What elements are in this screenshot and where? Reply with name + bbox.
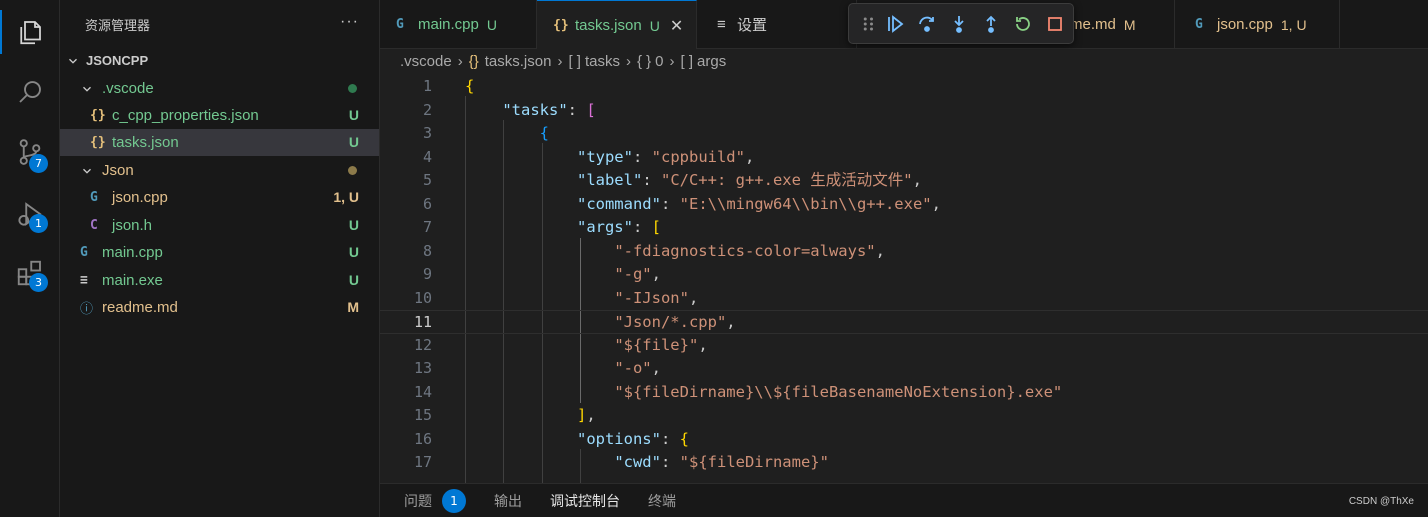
tab-debug-console[interactable]: 调试控制台 (550, 491, 620, 511)
git-status: U (348, 107, 359, 123)
tree-file-c-cpp-properties[interactable]: {} c_cpp_properties.json U (60, 102, 379, 129)
cpp-file-icon: G (396, 17, 404, 32)
tab-main-cpp[interactable]: G main.cpp U (380, 0, 537, 49)
problems-badge: 1 (442, 488, 466, 513)
git-status: U (348, 272, 359, 288)
extensions-badge: 3 (29, 273, 48, 292)
breadcrumb: .vscode › {} tasks.json › [ ] tasks › { … (380, 49, 1428, 73)
code-line: 8 "-fdiagnostics-color=always", (422, 241, 885, 260)
code-line: 17 "cwd": "${fileDirname}" (413, 453, 829, 471)
code-line: 3 { (422, 124, 549, 142)
breadcrumb-item[interactable]: 0 (655, 53, 663, 70)
git-status: U (348, 244, 359, 260)
array-icon: [ ] (680, 52, 694, 70)
breadcrumb-item[interactable]: tasks.json (485, 53, 552, 70)
chevron-right-icon: › (557, 52, 563, 70)
json-file-icon: {} (90, 135, 106, 150)
code-line: 2 "tasks": [ (422, 100, 596, 119)
settings-list-icon: ≡ (717, 16, 726, 33)
explorer-icon[interactable] (0, 2, 60, 62)
chevron-down-icon (69, 58, 77, 64)
code-line: 5 "label": "C/C++: g++.exe 生成活动文件", (422, 171, 922, 189)
breadcrumb-item[interactable]: tasks (585, 53, 620, 70)
code-line: 14 "${fileDirname}\\${fileBasenameNoExte… (413, 382, 1063, 401)
source-control-badge: 7 (29, 154, 48, 173)
stop-icon[interactable] (1039, 8, 1071, 40)
chevron-down-icon (83, 168, 91, 174)
tab-tasks-json[interactable]: {} tasks.json U ✕ (537, 0, 697, 50)
step-into-icon[interactable] (943, 8, 975, 40)
chevron-right-icon: › (457, 52, 463, 70)
continue-icon[interactable] (879, 8, 911, 40)
cpp-file-icon: G (80, 245, 88, 260)
step-over-icon[interactable] (911, 8, 943, 40)
step-out-icon[interactable] (975, 8, 1007, 40)
code-line-current: 11 "Json/*.cpp", (380, 310, 1428, 334)
object-icon: { } (636, 52, 652, 70)
debug-toolbar (848, 3, 1074, 44)
search-icon[interactable] (0, 62, 60, 122)
tree-file-tasks-json[interactable]: {} tasks.json U (60, 129, 379, 156)
breadcrumb-item[interactable]: .vscode (400, 53, 452, 70)
watermark: CSDN @ThXe (1348, 496, 1414, 507)
restart-icon[interactable] (1007, 8, 1039, 40)
source-control-icon[interactable]: 7 (0, 122, 60, 182)
close-icon[interactable]: ✕ (670, 16, 683, 36)
git-status: M (347, 299, 359, 315)
more-actions-icon[interactable]: ··· (340, 13, 359, 31)
tree-file-json-h[interactable]: C json.h U (60, 212, 379, 239)
tree-file-main-exe[interactable]: ≡ main.exe U (60, 267, 379, 294)
run-debug-icon[interactable]: 1 (0, 184, 60, 244)
code-line: 9 "-g", (422, 265, 661, 283)
json-file-icon: {} (553, 18, 569, 33)
code-line: 6 "command": "E:\\mingw64\\bin\\g++.exe"… (422, 194, 941, 213)
folder-status-dot (348, 166, 357, 175)
json-file-icon: {} (468, 52, 479, 70)
binary-file-icon: ≡ (80, 273, 88, 288)
extensions-icon[interactable]: 3 (0, 243, 60, 303)
bottom-panel: 问题 1 输出 调试控制台 终端 CSDN @ThXe (380, 483, 1428, 517)
tree-folder-vscode[interactable]: .vscode (60, 75, 379, 102)
drag-handle-icon[interactable] (859, 8, 879, 40)
chevron-down-icon (83, 86, 91, 92)
code-line: 7 "args": [ (422, 218, 661, 236)
array-icon: [ ] (568, 52, 581, 70)
chevron-right-icon: › (625, 52, 631, 70)
chevron-right-icon: › (669, 52, 675, 70)
git-status: U (348, 217, 359, 233)
tab-output[interactable]: 输出 (494, 491, 522, 511)
tab-problems[interactable]: 问题 1 (404, 488, 466, 513)
json-file-icon: {} (90, 108, 106, 123)
activity-bar: 7 1 3 (0, 0, 60, 517)
tab-terminal[interactable]: 终端 (648, 491, 676, 511)
tree-file-readme[interactable]: ⓘ readme.md M (60, 294, 379, 321)
code-line: 16 "options": { (413, 429, 689, 448)
explorer-sidebar: 资源管理器 ··· JSONCPP .vscode {} c_cpp_prope… (60, 0, 380, 517)
info-file-icon: ⓘ (80, 302, 94, 317)
workspace-root[interactable]: JSONCPP (60, 47, 379, 74)
folder-status-dot (348, 84, 357, 93)
code-line: 13 "-o", (413, 359, 661, 377)
cpp-file-icon: G (1195, 17, 1203, 32)
git-status: U (348, 134, 359, 150)
tree-file-json-cpp[interactable]: G json.cpp 1, U (60, 184, 379, 211)
tree-file-main-cpp[interactable]: G main.cpp U (60, 239, 379, 266)
tab-settings[interactable]: ≡ 设置 (697, 0, 857, 49)
code-line: 10 "-IJson", (413, 288, 699, 307)
code-editor[interactable]: 1{ 2 "tasks": [ 3 { 4 "type": "cppbuild"… (380, 73, 1428, 483)
code-line: 15 ], (413, 406, 596, 424)
git-status: 1, U (333, 189, 359, 205)
tree-folder-json[interactable]: Json (60, 157, 379, 184)
code-line: 4 "type": "cppbuild", (422, 147, 755, 166)
sidebar-title: 资源管理器 (85, 18, 151, 33)
tab-json-cpp[interactable]: G json.cpp 1, U (1175, 0, 1340, 49)
c-header-file-icon: C (90, 218, 98, 233)
code-line: 1{ (422, 77, 475, 95)
debug-badge: 1 (29, 214, 48, 233)
cpp-file-icon: G (90, 190, 98, 205)
code-line: 12 "${file}", (413, 335, 708, 354)
breadcrumb-item[interactable]: args (697, 53, 726, 70)
